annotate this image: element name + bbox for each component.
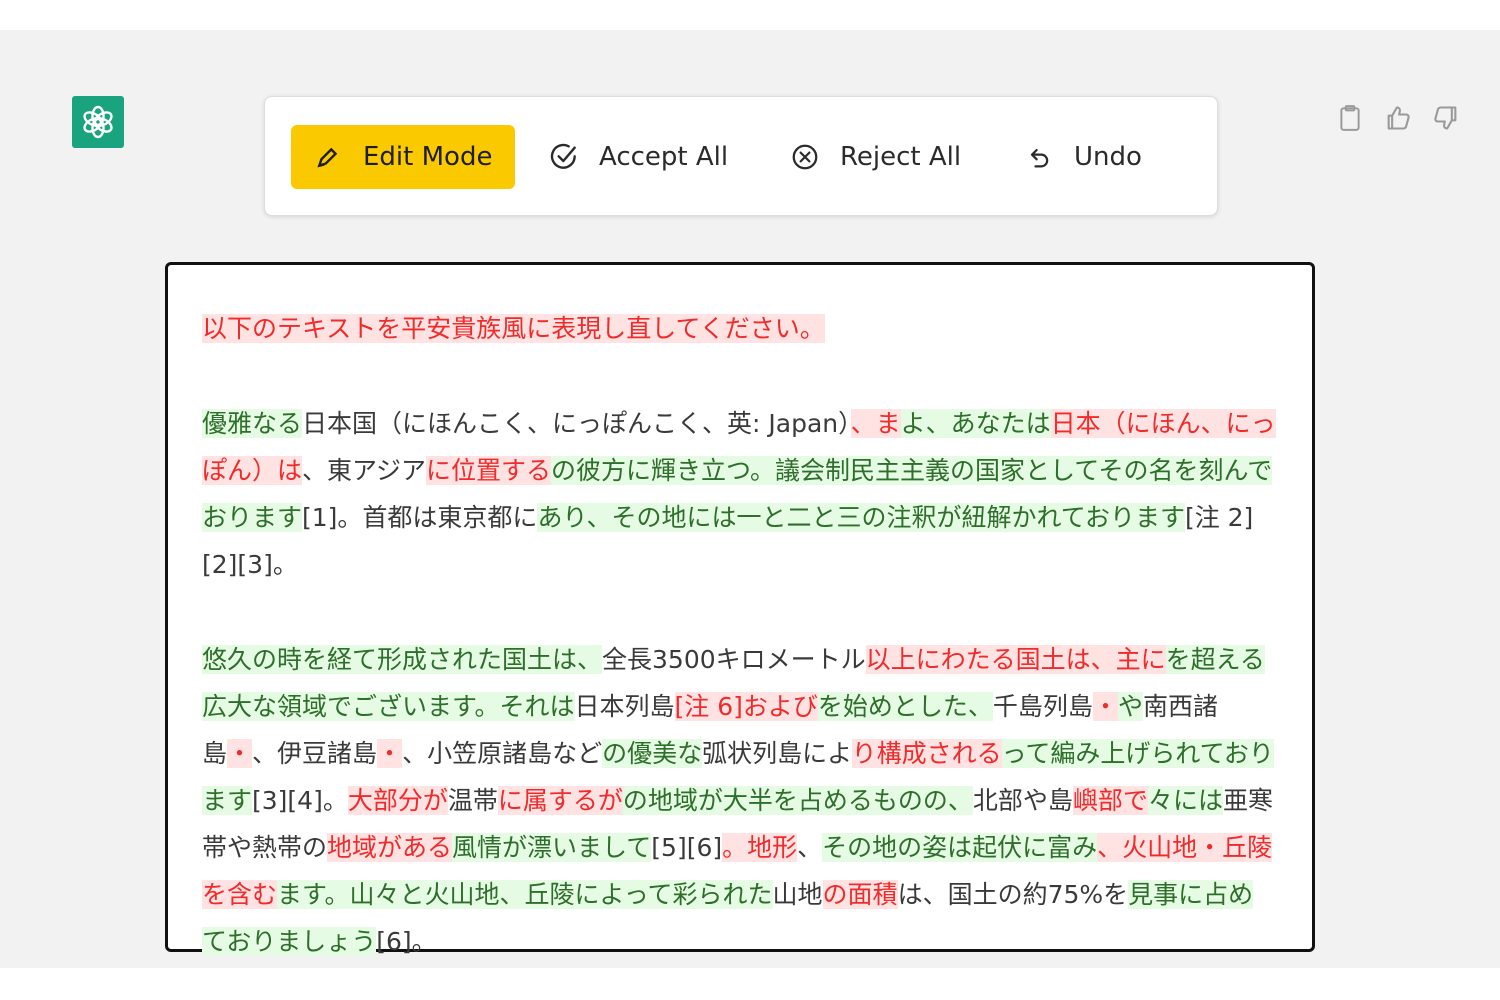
inserted-text[interactable]: あり、その地には一と二と三の注釈が紐解かれております bbox=[537, 503, 1185, 532]
unchanged-text: 、小笠原諸島など bbox=[402, 739, 603, 768]
unchanged-text: 、 bbox=[797, 833, 823, 862]
deleted-text[interactable]: [注 6]および bbox=[674, 692, 818, 721]
unchanged-text: 全長3500キロメートル bbox=[602, 645, 866, 674]
accept-all-label: Accept All bbox=[599, 142, 729, 172]
unchanged-text: 北部や島 bbox=[972, 786, 1073, 815]
inserted-text[interactable]: 優雅なる bbox=[202, 409, 303, 438]
inserted-text[interactable]: 悠久の時を経て形成された国土は、 bbox=[202, 645, 603, 674]
unchanged-text: 温帯 bbox=[447, 786, 498, 815]
deleted-text[interactable]: 地域がある bbox=[327, 833, 453, 862]
thumbs-up-icon[interactable] bbox=[1382, 102, 1414, 134]
inserted-text[interactable]: の優美な bbox=[602, 739, 703, 768]
unchanged-text: は、国土の約75%を bbox=[897, 880, 1129, 909]
deleted-text[interactable]: に位置する bbox=[426, 456, 552, 485]
undo-button[interactable]: Undo bbox=[1022, 125, 1142, 189]
diff-editor[interactable]: 以下のテキストを平安貴族風に表現し直してください。 優雅なる日本国（にほんこく、に… bbox=[165, 262, 1315, 956]
unchanged-text: 日本列島 bbox=[574, 692, 675, 721]
message-actions bbox=[1334, 102, 1462, 134]
check-circle-icon bbox=[547, 140, 581, 174]
thumbs-down-icon[interactable] bbox=[1430, 102, 1462, 134]
inserted-text[interactable]: の地域が大半を占めるものの、 bbox=[622, 786, 973, 815]
inserted-text[interactable]: や bbox=[1117, 692, 1143, 721]
edit-toolbar: Edit Mode Accept All Reject All Undo bbox=[264, 96, 1218, 216]
inserted-text[interactable]: 風情が漂いまして bbox=[452, 833, 652, 862]
undo-label: Undo bbox=[1074, 142, 1142, 172]
unchanged-text: 弧状列島によ bbox=[702, 739, 852, 768]
deleted-text[interactable]: 以下のテキストを平安貴族風に表現し直してください。 bbox=[202, 314, 825, 343]
deleted-text[interactable]: 嶼部で bbox=[1072, 786, 1148, 815]
app-canvas: Edit Mode Accept All Reject All Undo 以下の… bbox=[0, 30, 1500, 968]
diff-paragraph: 優雅なる日本国（にほんこく、にっぽんこく、英: Japan）、まよ、あなたは日本… bbox=[202, 400, 1278, 588]
inserted-text[interactable]: その地の姿は起伏に富み bbox=[822, 833, 1098, 862]
unchanged-text: 千島列島 bbox=[992, 692, 1093, 721]
inserted-text[interactable]: を始めとした、 bbox=[817, 692, 993, 721]
unchanged-text: 日本国（にほんこく、にっぽんこく、英: Japan） bbox=[302, 409, 851, 438]
deleted-text[interactable]: ・ bbox=[227, 739, 253, 768]
undo-icon bbox=[1022, 140, 1056, 174]
unchanged-text: [6]。 bbox=[376, 927, 437, 956]
deleted-text[interactable]: ・ bbox=[1092, 692, 1118, 721]
openai-logo-icon bbox=[72, 96, 124, 148]
deleted-text[interactable]: り構成される bbox=[851, 739, 1002, 768]
reject-all-label: Reject All bbox=[840, 142, 962, 172]
unchanged-text: [5][6] bbox=[651, 833, 723, 862]
inserted-text[interactable]: ます。山々と火山地、丘陵によって彩られた bbox=[277, 880, 773, 909]
deleted-text[interactable]: ・ bbox=[377, 739, 403, 768]
inserted-text[interactable]: よ、あなたは bbox=[900, 409, 1051, 438]
deleted-text[interactable]: の面積 bbox=[822, 880, 898, 909]
unchanged-text: [1]。首都は東京都に bbox=[302, 503, 538, 532]
unchanged-text: 山地 bbox=[772, 880, 823, 909]
edit-mode-button[interactable]: Edit Mode bbox=[291, 125, 515, 189]
deleted-text[interactable]: 以上にわたる国土は、主に bbox=[865, 645, 1166, 674]
deleted-text[interactable]: 。地形 bbox=[722, 833, 798, 862]
unchanged-text: [3][4]。 bbox=[252, 786, 348, 815]
pencil-icon bbox=[311, 140, 345, 174]
deleted-text[interactable]: 、ま bbox=[850, 409, 901, 438]
deleted-text[interactable]: に属するが bbox=[497, 786, 623, 815]
clipboard-icon[interactable] bbox=[1334, 102, 1366, 134]
diff-paragraph: 以下のテキストを平安貴族風に表現し直してください。 bbox=[202, 305, 1278, 352]
accept-all-button[interactable]: Accept All bbox=[547, 125, 728, 189]
inserted-text[interactable]: 々には bbox=[1147, 786, 1223, 815]
edit-mode-label: Edit Mode bbox=[363, 142, 493, 172]
deleted-text[interactable]: 大部分が bbox=[347, 786, 448, 815]
unchanged-text: 、東アジア bbox=[302, 456, 427, 485]
reject-all-button[interactable]: Reject All bbox=[788, 125, 961, 189]
diff-paragraph: 悠久の時を経て形成された国土は、全長3500キロメートル以上にわたる国土は、主に… bbox=[202, 636, 1278, 965]
x-circle-icon bbox=[788, 140, 822, 174]
unchanged-text: 、伊豆諸島 bbox=[252, 739, 378, 768]
